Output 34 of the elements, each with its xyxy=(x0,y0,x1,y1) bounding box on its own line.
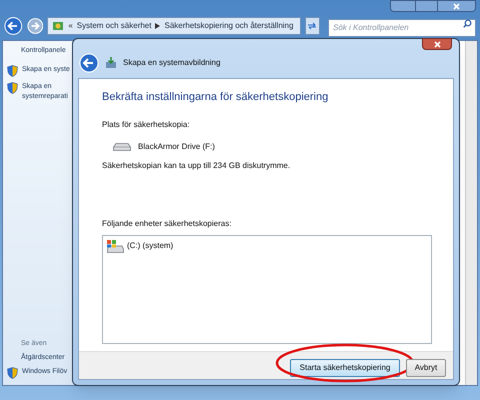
dialog-heading: Bekräfta inställningarna för säkerhetskopiering xyxy=(102,90,330,105)
close-button[interactable] xyxy=(437,1,475,11)
space-note: Säkerhetskopian kan ta upp till 234 GB diskutrymme. xyxy=(102,160,292,172)
control-panel-icon xyxy=(52,20,64,32)
shield-icon xyxy=(7,367,18,379)
shield-icon xyxy=(7,65,18,77)
cancel-button[interactable]: Avbryt xyxy=(406,358,446,376)
start-backup-button[interactable]: Starta säkerhetskopiering xyxy=(290,358,400,376)
drive-name: BlackArmor Drive (F:) xyxy=(138,140,215,152)
chevron-icon xyxy=(155,23,160,29)
back-icon[interactable] xyxy=(79,53,99,73)
system-drive-icon xyxy=(106,238,124,252)
maximize-button[interactable] xyxy=(415,1,437,11)
scrollbar[interactable] xyxy=(465,41,477,385)
drive-icon xyxy=(113,142,131,150)
forward-icon[interactable] xyxy=(26,17,44,35)
refresh-icon xyxy=(307,22,318,30)
search-field[interactable]: Sök i Kontrollpanelen xyxy=(328,18,476,36)
breadcrumb[interactable]: Säkerhetskopiering och återställning xyxy=(164,20,294,32)
address-bar[interactable]: « System och säkerhet Säkerhetskopiering och återställning xyxy=(47,17,301,35)
close-button[interactable] xyxy=(422,38,452,50)
breadcrumb[interactable]: System och säkerhet xyxy=(76,20,152,32)
back-icon[interactable] xyxy=(4,16,23,36)
breadcrumb-separator: « xyxy=(68,20,73,32)
search-icon xyxy=(462,19,472,28)
backup-icon xyxy=(105,57,117,69)
dialog-title: Skapa en systemavbildning xyxy=(123,57,220,69)
close-icon xyxy=(434,40,440,48)
location-label: Plats för säkerhetskopia: xyxy=(102,118,191,130)
list-label: Följande enheter säkerhetskopieras: xyxy=(102,218,232,230)
shield-icon xyxy=(7,82,18,94)
drive-list-item[interactable]: (C:) (system) xyxy=(106,238,428,252)
close-icon xyxy=(453,2,460,10)
refresh-button[interactable] xyxy=(304,17,320,35)
